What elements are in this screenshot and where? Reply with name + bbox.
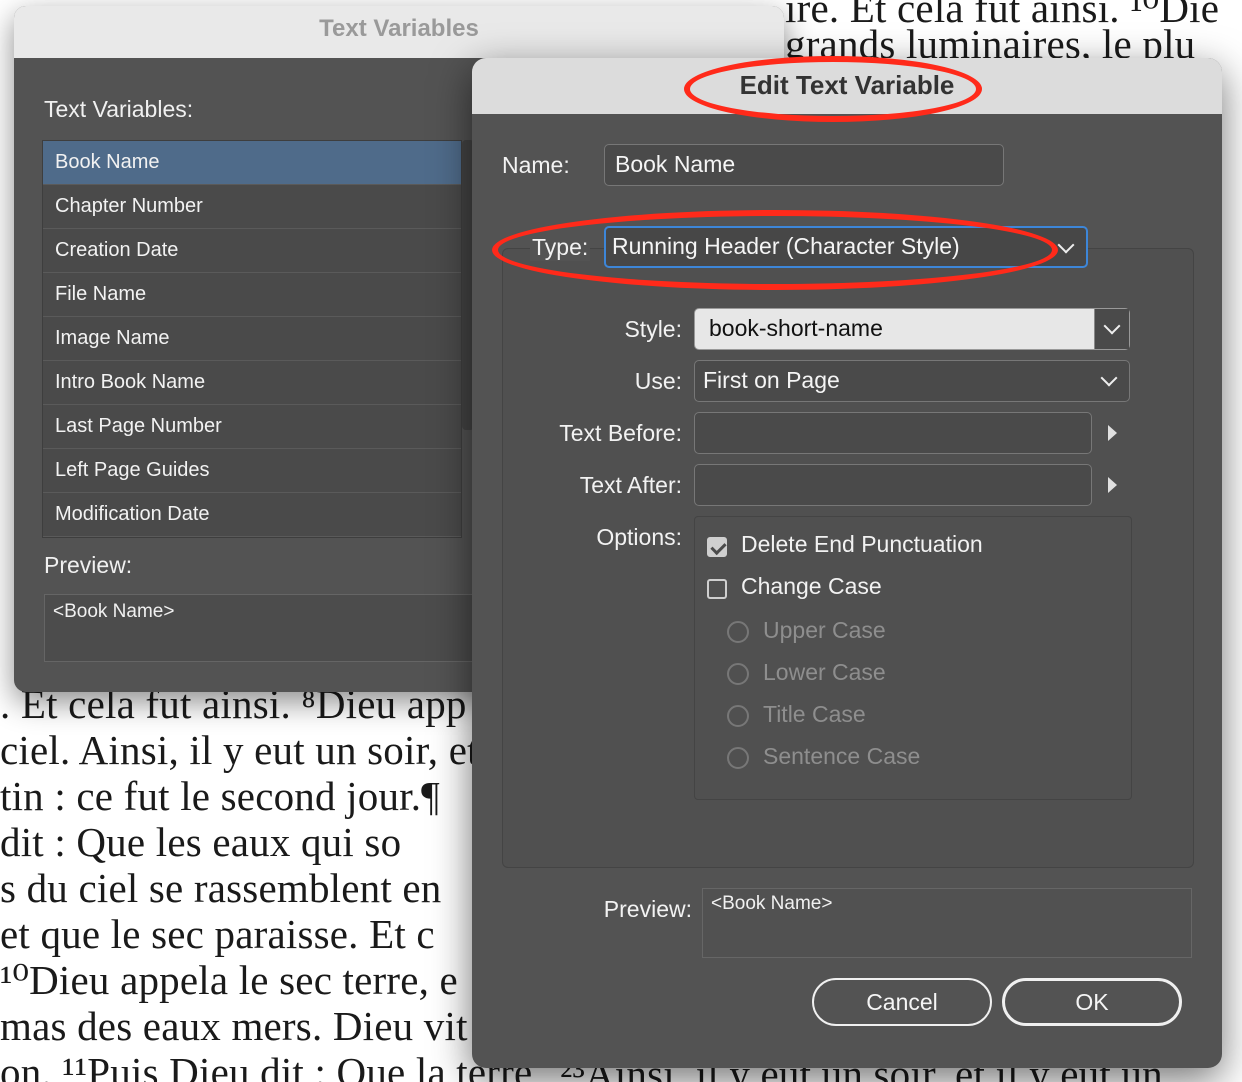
document-text-line: ¹⁰Dieu appela le sec terre, e [0,957,458,1003]
edit-text-variable-dialog: Edit Text Variable Name: Book Name Type:… [472,58,1222,1068]
text-before-input[interactable] [694,412,1092,454]
insert-special-character-icon[interactable] [1108,477,1117,493]
list-item[interactable]: Book Name [43,141,461,185]
list-item[interactable]: Image Name [43,317,461,361]
document-text-line: ciel. Ainsi, il y eut un soir, et [0,727,479,773]
preview-label: Preview: [44,552,133,578]
style-label: Style: [624,316,682,342]
text-after-label: Text After: [579,472,682,498]
list-item[interactable]: Chapter Number [43,185,461,229]
title-case-radio[interactable] [727,705,749,727]
document-text-line: et que le sec paraisse. Et c [0,911,435,957]
document-text-line: on. ¹¹Puis Dieu dit : Que la terre [0,1049,533,1082]
list-item[interactable]: Last Page Number [43,405,461,449]
delete-end-punctuation-checkbox[interactable] [707,537,727,557]
name-label: Name: [502,152,570,178]
chevron-down-icon [1057,236,1075,254]
text-variables-list: Book Name Chapter Number Creation Date F… [42,140,462,538]
use-label: Use: [634,368,682,394]
options-label: Options: [596,524,682,550]
preview-box: <Book Name> [44,594,514,662]
annotation-highlight-title [684,56,982,122]
sentence-case-label: Sentence Case [763,743,921,769]
upper-case-label: Upper Case [763,617,886,643]
ok-button[interactable]: OK [1002,978,1182,1026]
preview-label: Preview: [603,896,692,922]
insert-special-character-icon[interactable] [1108,425,1117,441]
options-group: Delete End Punctuation Change Case Upper… [694,516,1132,800]
sentence-case-radio[interactable] [727,747,749,769]
use-dropdown-value: First on Page [703,367,840,393]
chevron-down-icon [1103,317,1121,335]
change-case-checkbox[interactable] [707,579,727,599]
text-before-label: Text Before: [559,420,682,446]
list-item[interactable]: Creation Date [43,229,461,273]
list-item[interactable]: Intro Book Name [43,361,461,405]
document-text-line: dit : Que les eaux qui so [0,819,402,865]
cancel-button[interactable]: Cancel [812,978,992,1026]
dialog-title: Text Variables [14,6,784,58]
preview-box: <Book Name> [702,888,1192,958]
list-item[interactable]: File Name [43,273,461,317]
use-dropdown[interactable]: First on Page [694,360,1130,402]
list-item[interactable]: Left Page Guides [43,449,461,493]
change-case-label[interactable]: Change Case [741,573,882,600]
annotation-highlight-type [492,210,1058,290]
title-case-label: Title Case [763,701,866,727]
lower-case-radio[interactable] [727,663,749,685]
list-heading: Text Variables: [44,96,194,122]
list-item[interactable]: Modification Date [43,493,461,537]
upper-case-radio[interactable] [727,621,749,643]
style-dropdown[interactable]: book-short-name [694,308,1130,350]
style-dropdown-button[interactable] [1094,309,1129,349]
lower-case-label: Lower Case [763,659,886,685]
document-text-line: mas des eaux mers. Dieu vit c [0,1003,497,1049]
document-text-line: s du ciel se rassemblent en [0,865,442,911]
chevron-down-icon [1100,369,1118,387]
style-dropdown-value: book-short-name [709,315,883,341]
text-after-input[interactable] [694,464,1092,506]
document-text-line: tin : ce fut le second jour.¶ [0,773,440,819]
name-input[interactable]: Book Name [604,144,1004,186]
delete-end-punctuation-label[interactable]: Delete End Punctuation [741,531,983,558]
